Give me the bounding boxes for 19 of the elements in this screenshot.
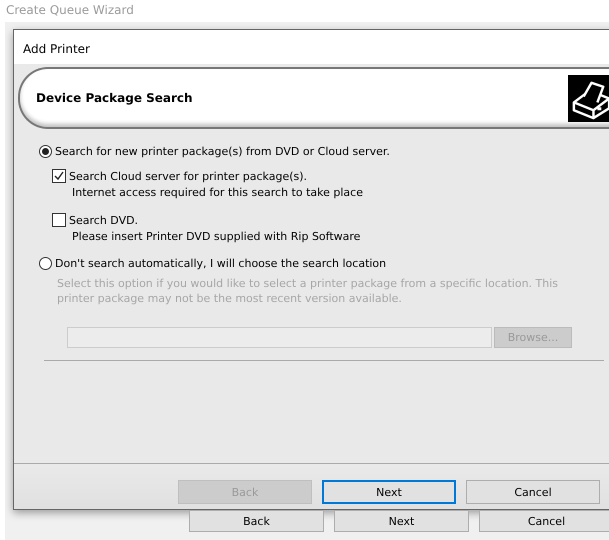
option-description: Select this option if you would like to select a printer package from a specific location. This printer package may not be the most recent version available.	[57, 276, 560, 306]
wizard-button[interactable]: Cancel	[479, 510, 609, 532]
dialog-button[interactable]: Cancel	[466, 480, 600, 504]
wizard-button[interactable]: Next	[334, 510, 469, 532]
radio-button[interactable]	[39, 256, 52, 270]
checkbox[interactable]	[52, 213, 66, 227]
hint-text: Internet access required for this search to take place	[72, 186, 364, 199]
hint-text: Please insert Printer DVD supplied with Rip Software	[72, 230, 362, 243]
dialog-button[interactable]: Next	[322, 480, 456, 504]
window-title: Create Queue Wizard	[5, 2, 135, 19]
checkbox-label[interactable]: Search Cloud server for printer package(s).	[69, 170, 308, 182]
dialog-title: Add Printer	[14, 30, 609, 64]
checkbox[interactable]	[52, 169, 66, 183]
header-title: Device Package Search	[36, 91, 193, 105]
checkbox-label[interactable]: Search DVD.	[69, 214, 138, 226]
radio-label[interactable]: Search for new printer package(s) from DVD or Cloud server.	[55, 144, 390, 158]
radio-button[interactable]	[39, 144, 52, 158]
radio-label[interactable]: Don't search automatically, I will choose the search location	[55, 256, 386, 270]
wizard-button[interactable]: Back	[189, 510, 324, 532]
